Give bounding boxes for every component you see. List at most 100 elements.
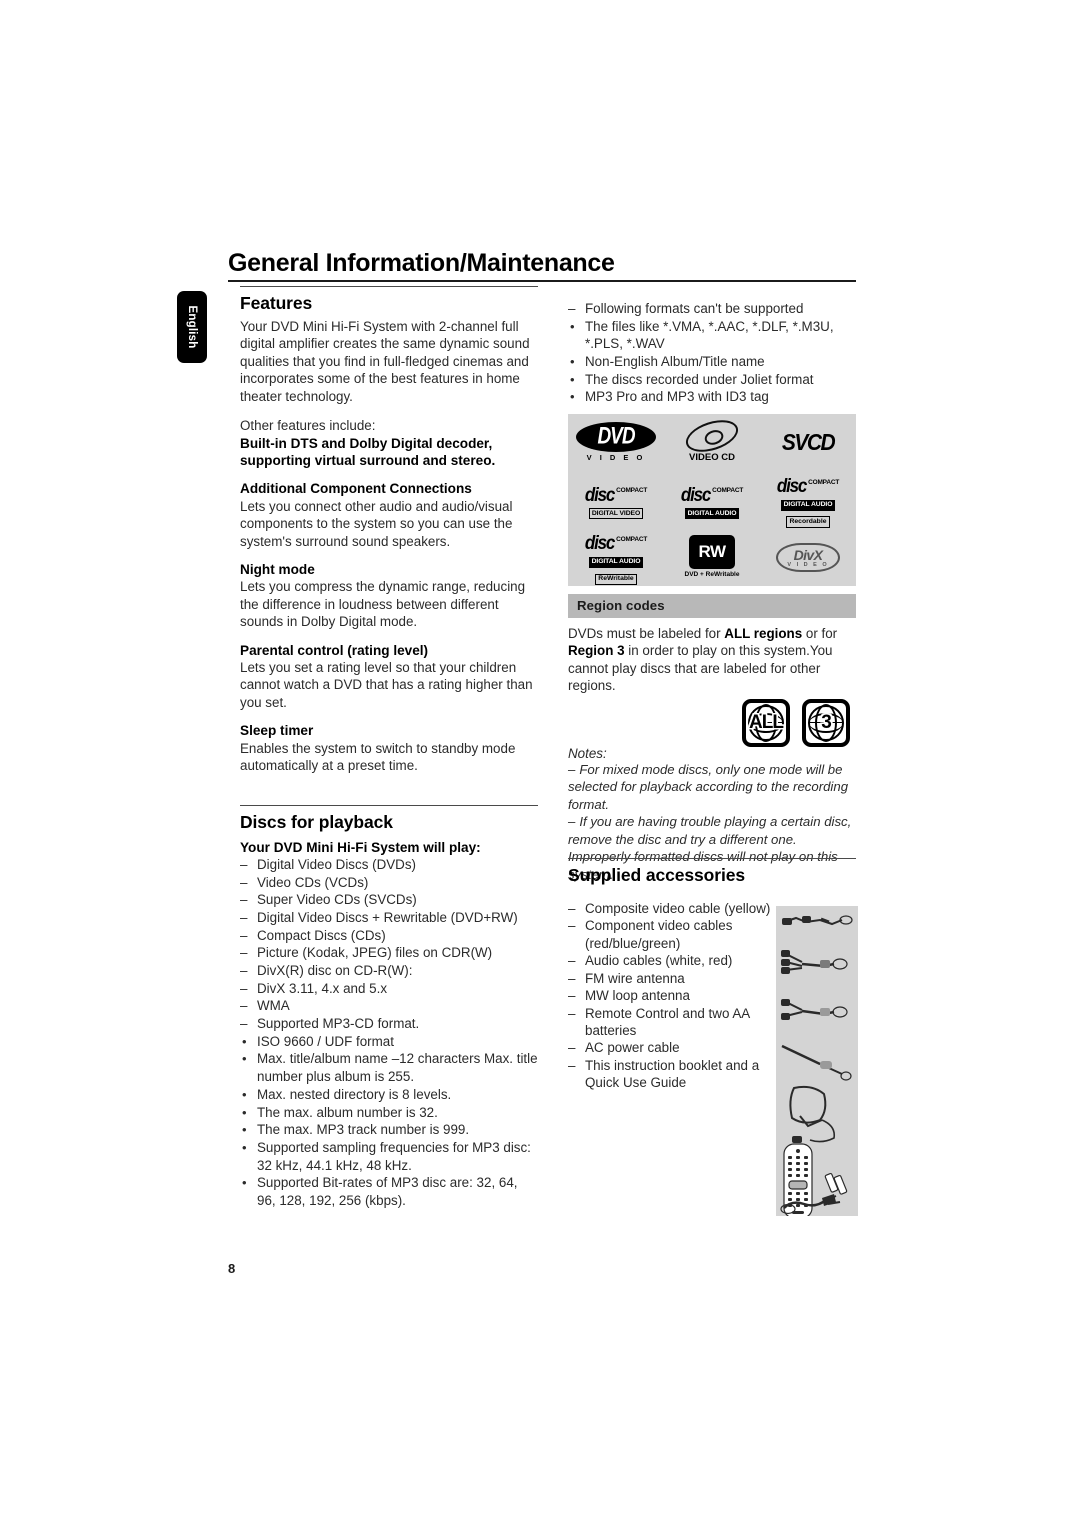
list-item-label: DivX(R) disc on CD-R(W): <box>257 963 413 979</box>
list-item-label: MW loop antenna <box>585 988 690 1004</box>
list-item-label: Supported Bit-rates of MP3 disc are: 32,… <box>257 1175 518 1208</box>
accessories-illustration <box>776 906 858 1216</box>
cd-logo-compact-text: COMPACT <box>616 487 648 494</box>
compact-disc-digital-video-logo: disc COMPACT DIGITAL VIDEO <box>577 481 655 520</box>
list-item: – Audio cables (white, red) <box>568 952 780 969</box>
manual-page: General Information/Maintenance English … <box>0 0 1080 1527</box>
compact-disc-recordable-logo: disc COMPACT DIGITAL AUDIO Recordable <box>769 472 847 528</box>
list-item-label: Following formats can't be supported <box>585 301 804 316</box>
list-item-label: MP3 Pro and MP3 with ID3 tag <box>585 389 769 405</box>
list-item-label: This instruction booklet and a Quick Use… <box>585 1057 760 1091</box>
list-item: – Digital Video Discs (DVDs) <box>240 856 538 874</box>
page-title: General Information/Maintenance <box>228 249 615 277</box>
list-item-label: DivX 3.11, 4.x and 5.x <box>257 980 388 996</box>
list-item: – DivX 3.11, 4.x and 5.x <box>240 980 538 998</box>
list-item-label: The files like *.VMA, *.AAC, *.DLF, *.M3… <box>585 318 834 352</box>
list-item: – AC power cable <box>568 1039 780 1056</box>
list-item: • Supported sampling frequencies for MP3 … <box>240 1139 538 1174</box>
list-item-marker: – <box>240 892 248 908</box>
list-item-label: Video CDs (VCDs) <box>257 874 369 890</box>
divx-logo-subtext: V I D E O <box>787 561 829 568</box>
list-item-label: WMA <box>257 998 290 1014</box>
list-item-label: Remote Control and two AA batteries <box>585 1005 750 1038</box>
region-text: DVDs must be labeled for <box>568 626 725 641</box>
region-emphasis: Region 3 <box>568 643 625 659</box>
page-number: 8 <box>228 1261 236 1276</box>
list-item-marker: – <box>568 901 576 916</box>
list-item-marker: • <box>570 318 575 334</box>
subsection-body-additional-component-connections: Lets you connect other audio and audio/v… <box>240 498 513 549</box>
list-item: • The files like *.VMA, *.AAC, *.DLF, *.M… <box>568 318 856 353</box>
list-item-marker: – <box>240 874 248 890</box>
component-cables-icon <box>781 950 848 974</box>
list-item-marker: • <box>242 1122 247 1138</box>
region-codes-heading: Region codes <box>568 594 856 618</box>
region-all-label: ALL <box>749 711 784 733</box>
cd-logo-word: disc <box>680 483 711 505</box>
right-column: – Following formats can't be supported • Th… <box>568 300 856 406</box>
accessories-divider <box>568 858 856 859</box>
dvd-logo-subtext: V I D E O <box>586 452 646 462</box>
cd-logo-band-text: DIGITAL AUDIO <box>588 556 644 569</box>
list-item-marker: – <box>240 963 248 979</box>
language-tab-label: English <box>186 305 198 349</box>
notes-label: Notes: <box>568 746 607 761</box>
list-item-label: Supported sampling frequencies for MP3 d… <box>257 1139 531 1173</box>
list-item: – Following formats can't be supported <box>568 300 856 318</box>
list-item-marker: – <box>240 1016 248 1032</box>
list-item-marker: – <box>240 856 248 872</box>
list-item: • The max. MP3 track number is 999. <box>240 1121 538 1139</box>
list-item-marker: – <box>240 980 248 996</box>
disc-format-logos-panel: DVD V I D E O VIDEO CD SVCD disc COMPACT <box>568 413 856 586</box>
list-item: • Max. title/album name –12 characters Ma… <box>240 1050 538 1085</box>
compact-disc-rewritable-logo: disc COMPACT DIGITAL AUDIO ReWritable <box>577 529 655 586</box>
list-item-label: The discs recorded under Joliet format <box>585 371 814 387</box>
mw-loop-antenna-icon <box>789 1085 836 1143</box>
divx-video-logo: DivX V I D E O <box>776 542 840 573</box>
list-item: – Super Video CDs (SVCDs) <box>240 891 538 909</box>
features-divider <box>240 286 538 287</box>
aa-batteries-icon <box>824 1173 848 1195</box>
features-intro: Your DVD Mini Hi-Fi System with 2-channe… <box>240 319 530 404</box>
list-item: – Composite video cable (yellow) <box>568 900 780 917</box>
list-item-label: AC power cable <box>585 1040 680 1056</box>
title-divider <box>228 280 856 283</box>
region-text: or for <box>802 626 838 641</box>
svcd-logo: SVCD <box>781 429 836 456</box>
list-item: – Supported MP3-CD format. <box>240 1015 538 1033</box>
cd-logo-word: disc <box>584 531 615 554</box>
list-item: – This instruction booklet and a Quick Us… <box>568 1057 780 1092</box>
list-item-label: Max. title/album name –12 characters Max… <box>257 1051 538 1085</box>
discs-subheading: Your DVD Mini Hi-Fi System will play: <box>240 839 481 855</box>
subsection-body-night-mode: Lets you compress the dynamic range, red… <box>240 579 526 630</box>
note-label: For mixed mode discs, only one mode will… <box>568 762 849 812</box>
cd-logo-band-text: DIGITAL AUDIO <box>780 499 836 511</box>
supplied-accessories-section: Supplied accessories – Composite video ca… <box>568 858 858 1216</box>
discs-playback-list: – Digital Video Discs (DVDs) – Video CDs (V… <box>240 856 538 1210</box>
list-item-label: The max. album number is 32. <box>257 1104 438 1120</box>
list-item-marker: • <box>570 354 575 370</box>
cd-logo-band-text: DIGITAL AUDIO <box>684 508 740 520</box>
list-item-marker: – <box>568 1057 576 1073</box>
list-item-marker: – <box>240 998 248 1014</box>
list-item-label: Digital Video Discs (DVDs) <box>257 856 416 872</box>
left-column: Features Your DVD Mini Hi-Fi System with… <box>240 286 538 1210</box>
list-item-marker: • <box>242 1104 247 1120</box>
video-cd-logo: VIDEO CD <box>681 413 743 464</box>
svcd-logo-text: SVCD <box>781 429 836 456</box>
list-item-label: Composite video cable (yellow) <box>585 901 771 916</box>
page-header: General Information/Maintenance <box>228 249 856 283</box>
list-item: • Max. nested directory is 8 levels. <box>240 1086 538 1104</box>
list-item-marker: – <box>568 301 576 316</box>
subsection-title-night-mode: Night mode <box>240 561 315 577</box>
cd-logo-word: disc <box>584 483 615 505</box>
video-cd-logo-text: VIDEO CD <box>689 451 735 463</box>
list-item-marker: • <box>242 1051 247 1067</box>
list-item: – WMA <box>240 997 538 1015</box>
list-item-marker: • <box>570 371 575 387</box>
list-item-label: Audio cables (white, red) <box>585 953 733 969</box>
features-bold-lead: Built-in DTS and Dolby Digital decoder, … <box>240 435 496 468</box>
note-marker: – <box>568 762 576 777</box>
list-item: – FM wire antenna <box>568 970 780 987</box>
subsection-title-sleep-timer: Sleep timer <box>240 723 314 739</box>
